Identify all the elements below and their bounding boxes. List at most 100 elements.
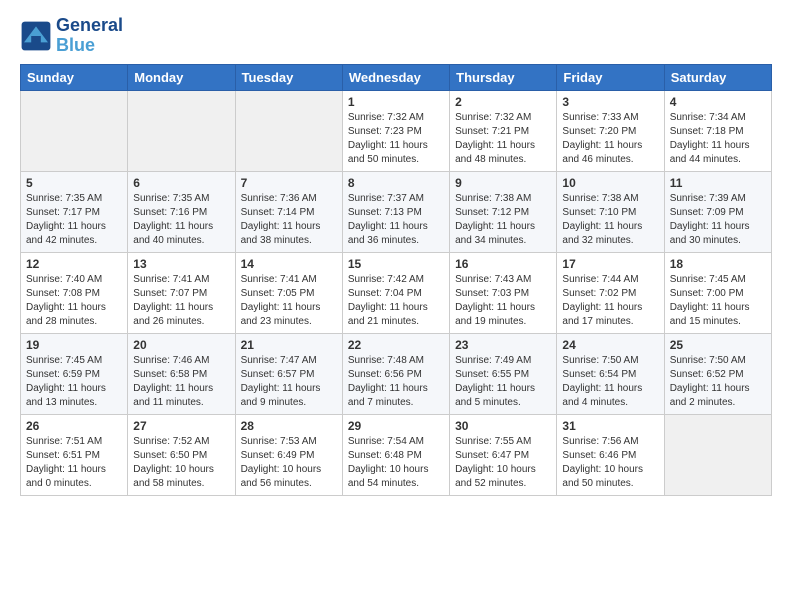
- calendar-cell: 13 Sunrise: 7:41 AM Sunset: 7:07 PM Dayli…: [128, 252, 235, 333]
- day-info: Sunrise: 7:52 AM Sunset: 6:50 PM Dayligh…: [133, 435, 229, 491]
- page: General Blue SundayMondayTuesdayWednesda…: [0, 0, 792, 506]
- calendar-cell: 10 Sunrise: 7:38 AM Sunset: 7:10 PM Dayli…: [557, 171, 664, 252]
- weekday-monday: Monday: [128, 64, 235, 90]
- logo-icon: [20, 20, 52, 52]
- day-number: 23: [455, 338, 551, 352]
- day-info: Sunrise: 7:34 AM Sunset: 7:18 PM Dayligh…: [670, 111, 766, 167]
- day-number: 7: [241, 176, 337, 190]
- weekday-sunday: Sunday: [21, 64, 128, 90]
- calendar-cell: [235, 90, 342, 171]
- calendar-cell: [664, 414, 771, 495]
- day-info: Sunrise: 7:33 AM Sunset: 7:20 PM Dayligh…: [562, 111, 658, 167]
- day-info: Sunrise: 7:38 AM Sunset: 7:10 PM Dayligh…: [562, 192, 658, 248]
- day-info: Sunrise: 7:32 AM Sunset: 7:21 PM Dayligh…: [455, 111, 551, 167]
- day-number: 11: [670, 176, 766, 190]
- calendar-cell: 26 Sunrise: 7:51 AM Sunset: 6:51 PM Dayli…: [21, 414, 128, 495]
- calendar-cell: 14Sunrise: 7:41 AM Sunset: 7:05 PM Dayli…: [235, 252, 342, 333]
- calendar-cell: 19 Sunrise: 7:45 AM Sunset: 6:59 PM Dayli…: [21, 333, 128, 414]
- day-info: Sunrise: 7:53 AM Sunset: 6:49 PM Dayligh…: [241, 435, 337, 491]
- calendar-table: SundayMondayTuesdayWednesdayThursdayFrid…: [20, 64, 772, 496]
- calendar-cell: 30 Sunrise: 7:55 AM Sunset: 6:47 PM Dayli…: [450, 414, 557, 495]
- day-info: Sunrise: 7:55 AM Sunset: 6:47 PM Dayligh…: [455, 435, 551, 491]
- calendar-cell: 12 Sunrise: 7:40 AM Sunset: 7:08 PM Dayli…: [21, 252, 128, 333]
- day-info: Sunrise: 7:40 AM Sunset: 7:08 PM Dayligh…: [26, 273, 122, 329]
- day-info: Sunrise: 7:44 AM Sunset: 7:02 PM Dayligh…: [562, 273, 658, 329]
- day-info: Sunrise: 7:51 AM Sunset: 6:51 PM Dayligh…: [26, 435, 122, 491]
- weekday-wednesday: Wednesday: [342, 64, 449, 90]
- calendar-cell: 21Sunrise: 7:47 AM Sunset: 6:57 PM Dayli…: [235, 333, 342, 414]
- day-number: 5: [26, 176, 122, 190]
- calendar-cell: 22 Sunrise: 7:48 AM Sunset: 6:56 PM Dayli…: [342, 333, 449, 414]
- day-number: 21: [241, 338, 337, 352]
- calendar-cell: 11 Sunrise: 7:39 AM Sunset: 7:09 PM Dayli…: [664, 171, 771, 252]
- day-number: 9: [455, 176, 551, 190]
- week-row-5: 26 Sunrise: 7:51 AM Sunset: 6:51 PM Dayli…: [21, 414, 772, 495]
- calendar-cell: 29 Sunrise: 7:54 AM Sunset: 6:48 PM Dayli…: [342, 414, 449, 495]
- weekday-thursday: Thursday: [450, 64, 557, 90]
- day-number: 17: [562, 257, 658, 271]
- calendar-cell: 27Sunrise: 7:52 AM Sunset: 6:50 PM Dayli…: [128, 414, 235, 495]
- day-number: 12: [26, 257, 122, 271]
- day-number: 4: [670, 95, 766, 109]
- day-number: 13: [133, 257, 229, 271]
- calendar-cell: 17 Sunrise: 7:44 AM Sunset: 7:02 PM Dayli…: [557, 252, 664, 333]
- day-number: 26: [26, 419, 122, 433]
- calendar-cell: 8Sunrise: 7:37 AM Sunset: 7:13 PM Daylig…: [342, 171, 449, 252]
- day-info: Sunrise: 7:37 AM Sunset: 7:13 PM Dayligh…: [348, 192, 444, 248]
- day-info: Sunrise: 7:45 AM Sunset: 6:59 PM Dayligh…: [26, 354, 122, 410]
- day-info: Sunrise: 7:56 AM Sunset: 6:46 PM Dayligh…: [562, 435, 658, 491]
- day-number: 22: [348, 338, 444, 352]
- day-info: Sunrise: 7:32 AM Sunset: 7:23 PM Dayligh…: [348, 111, 444, 167]
- day-info: Sunrise: 7:36 AM Sunset: 7:14 PM Dayligh…: [241, 192, 337, 248]
- calendar-cell: 2 Sunrise: 7:32 AM Sunset: 7:21 PM Daylig…: [450, 90, 557, 171]
- day-number: 14: [241, 257, 337, 271]
- day-number: 25: [670, 338, 766, 352]
- day-info: Sunrise: 7:39 AM Sunset: 7:09 PM Dayligh…: [670, 192, 766, 248]
- calendar-cell: 24 Sunrise: 7:50 AM Sunset: 6:54 PM Dayli…: [557, 333, 664, 414]
- calendar-cell: 16 Sunrise: 7:43 AM Sunset: 7:03 PM Dayli…: [450, 252, 557, 333]
- calendar-cell: 20 Sunrise: 7:46 AM Sunset: 6:58 PM Dayli…: [128, 333, 235, 414]
- day-info: Sunrise: 7:46 AM Sunset: 6:58 PM Dayligh…: [133, 354, 229, 410]
- day-number: 20: [133, 338, 229, 352]
- calendar-cell: [21, 90, 128, 171]
- day-number: 18: [670, 257, 766, 271]
- day-number: 16: [455, 257, 551, 271]
- day-info: Sunrise: 7:49 AM Sunset: 6:55 PM Dayligh…: [455, 354, 551, 410]
- day-info: Sunrise: 7:42 AM Sunset: 7:04 PM Dayligh…: [348, 273, 444, 329]
- day-info: Sunrise: 7:41 AM Sunset: 7:07 PM Dayligh…: [133, 273, 229, 329]
- calendar-cell: 15 Sunrise: 7:42 AM Sunset: 7:04 PM Dayli…: [342, 252, 449, 333]
- day-number: 30: [455, 419, 551, 433]
- day-info: Sunrise: 7:48 AM Sunset: 6:56 PM Dayligh…: [348, 354, 444, 410]
- calendar-cell: [128, 90, 235, 171]
- day-number: 6: [133, 176, 229, 190]
- day-number: 2: [455, 95, 551, 109]
- day-info: Sunrise: 7:35 AM Sunset: 7:16 PM Dayligh…: [133, 192, 229, 248]
- calendar-cell: 31 Sunrise: 7:56 AM Sunset: 6:46 PM Dayli…: [557, 414, 664, 495]
- calendar-cell: 1 Sunrise: 7:32 AM Sunset: 7:23 PM Daylig…: [342, 90, 449, 171]
- calendar-cell: 23 Sunrise: 7:49 AM Sunset: 6:55 PM Dayli…: [450, 333, 557, 414]
- day-number: 24: [562, 338, 658, 352]
- day-info: Sunrise: 7:50 AM Sunset: 6:54 PM Dayligh…: [562, 354, 658, 410]
- weekday-header-row: SundayMondayTuesdayWednesdayThursdayFrid…: [21, 64, 772, 90]
- day-number: 1: [348, 95, 444, 109]
- day-info: Sunrise: 7:45 AM Sunset: 7:00 PM Dayligh…: [670, 273, 766, 329]
- calendar-cell: 9 Sunrise: 7:38 AM Sunset: 7:12 PM Daylig…: [450, 171, 557, 252]
- day-number: 28: [241, 419, 337, 433]
- week-row-3: 12 Sunrise: 7:40 AM Sunset: 7:08 PM Dayli…: [21, 252, 772, 333]
- weekday-friday: Friday: [557, 64, 664, 90]
- day-number: 10: [562, 176, 658, 190]
- calendar-cell: 7 Sunrise: 7:36 AM Sunset: 7:14 PM Daylig…: [235, 171, 342, 252]
- day-info: Sunrise: 7:54 AM Sunset: 6:48 PM Dayligh…: [348, 435, 444, 491]
- day-number: 29: [348, 419, 444, 433]
- day-number: 15: [348, 257, 444, 271]
- day-info: Sunrise: 7:43 AM Sunset: 7:03 PM Dayligh…: [455, 273, 551, 329]
- day-info: Sunrise: 7:35 AM Sunset: 7:17 PM Dayligh…: [26, 192, 122, 248]
- calendar-cell: 6 Sunrise: 7:35 AM Sunset: 7:16 PM Daylig…: [128, 171, 235, 252]
- calendar-cell: 18 Sunrise: 7:45 AM Sunset: 7:00 PM Dayli…: [664, 252, 771, 333]
- day-number: 19: [26, 338, 122, 352]
- day-number: 31: [562, 419, 658, 433]
- calendar-cell: 25Sunrise: 7:50 AM Sunset: 6:52 PM Dayli…: [664, 333, 771, 414]
- calendar-cell: 28 Sunrise: 7:53 AM Sunset: 6:49 PM Dayli…: [235, 414, 342, 495]
- day-info: Sunrise: 7:38 AM Sunset: 7:12 PM Dayligh…: [455, 192, 551, 248]
- logo-text: General Blue: [56, 16, 123, 56]
